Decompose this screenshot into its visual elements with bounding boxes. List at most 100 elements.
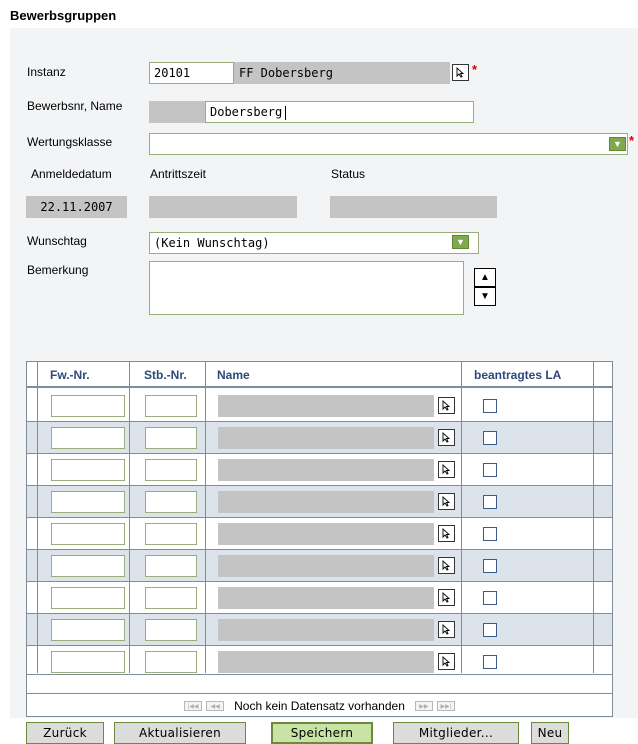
grid-col-sep	[205, 362, 206, 673]
stb-nr-input[interactable]	[145, 587, 197, 609]
speichern-button[interactable]: Speichern	[271, 722, 373, 744]
instanz-required-marker: *	[472, 62, 478, 77]
neu-button[interactable]: Neu	[531, 722, 569, 744]
fw-nr-input[interactable]	[51, 491, 125, 513]
aktualisieren-button[interactable]: Aktualisieren	[114, 722, 246, 744]
beantragtes-la-checkbox[interactable]	[483, 495, 497, 509]
name-readonly-field	[218, 587, 434, 609]
grid-pager: |◀◀ ◀◀ Noch kein Datensatz vorhanden ▶▶ …	[27, 696, 612, 716]
member-pointer-icon[interactable]	[438, 589, 455, 606]
name-readonly-field	[218, 395, 434, 417]
grid-col-sep	[461, 362, 462, 673]
wertungsklasse-select[interactable]	[149, 133, 628, 155]
header-beantragtes-la[interactable]: beantragtes LA	[474, 368, 561, 382]
header-name[interactable]: Name	[217, 368, 250, 382]
beantragtes-la-checkbox[interactable]	[483, 591, 497, 605]
anmeldedatum-field: 22.11.2007	[26, 196, 127, 218]
table-row	[27, 550, 612, 582]
name-readonly-field	[218, 651, 434, 673]
instanz-code-field[interactable]: 20101	[149, 62, 234, 84]
stb-nr-input[interactable]	[145, 395, 197, 417]
grid-col-sep	[593, 362, 594, 673]
table-row	[27, 390, 612, 422]
fw-nr-input[interactable]	[51, 427, 125, 449]
grid-empty-row	[27, 674, 612, 694]
fw-nr-input[interactable]	[51, 523, 125, 545]
stb-nr-input[interactable]	[145, 523, 197, 545]
stb-nr-input[interactable]	[145, 491, 197, 513]
wertungsklasse-label: Wertungsklasse	[27, 135, 113, 149]
member-pointer-icon[interactable]	[438, 397, 455, 414]
member-pointer-icon[interactable]	[438, 621, 455, 638]
name-field[interactable]: Dobersberg	[205, 101, 474, 123]
antrittszeit-field	[149, 196, 297, 218]
name-readonly-field	[218, 459, 434, 481]
bewerbsnr-field	[149, 101, 205, 123]
status-label: Status	[331, 167, 366, 181]
stb-nr-input[interactable]	[145, 619, 197, 641]
beantragtes-la-checkbox[interactable]	[483, 399, 497, 413]
beantragtes-la-checkbox[interactable]	[483, 559, 497, 573]
name-readonly-field	[218, 619, 434, 641]
beantragtes-la-checkbox[interactable]	[483, 527, 497, 541]
name-readonly-field	[218, 555, 434, 577]
status-field	[330, 196, 497, 218]
beantragtes-la-checkbox[interactable]	[483, 655, 497, 669]
pager-last-page-icon[interactable]: ▶▶|	[436, 701, 455, 711]
grid-col-sep	[129, 362, 130, 673]
fw-nr-input[interactable]	[51, 555, 125, 577]
header-fw-nr[interactable]: Fw.-Nr.	[50, 368, 90, 382]
table-row	[27, 582, 612, 614]
grid-col-sep	[37, 362, 38, 673]
members-grid: Fw.-Nr. Stb.-Nr. Name beantragtes LA |◀◀…	[26, 361, 613, 717]
pager-first-page-icon[interactable]: |◀◀	[184, 701, 203, 711]
name-readonly-field	[218, 427, 434, 449]
pager-prev-page-icon[interactable]: ◀◀	[206, 701, 225, 711]
fw-nr-input[interactable]	[51, 459, 125, 481]
bemerkung-textarea[interactable]	[149, 261, 464, 315]
table-row	[27, 486, 612, 518]
grid-header-row: Fw.-Nr. Stb.-Nr. Name beantragtes LA	[27, 362, 612, 388]
instanz-name-field: FF Dobersberg	[234, 62, 450, 84]
pager-status-text: Noch kein Datensatz vorhanden	[234, 699, 405, 713]
member-pointer-icon[interactable]	[438, 557, 455, 574]
fw-nr-input[interactable]	[51, 395, 125, 417]
name-readonly-field	[218, 491, 434, 513]
stb-nr-input[interactable]	[145, 555, 197, 577]
wertungsklasse-chevron-down-icon[interactable]: ▼	[609, 137, 626, 151]
beantragtes-la-checkbox[interactable]	[483, 623, 497, 637]
table-row	[27, 614, 612, 646]
name-readonly-field	[218, 523, 434, 545]
stb-nr-input[interactable]	[145, 459, 197, 481]
beantragtes-la-checkbox[interactable]	[483, 463, 497, 477]
bemerkung-arrow-up-icon[interactable]: ▲	[474, 268, 496, 287]
mitglieder-button[interactable]: Mitglieder...	[393, 722, 519, 744]
fw-nr-input[interactable]	[51, 619, 125, 641]
stb-nr-input[interactable]	[145, 427, 197, 449]
beantragtes-la-checkbox[interactable]	[483, 431, 497, 445]
wunschtag-label: Wunschtag	[27, 234, 87, 248]
antrittszeit-label: Antrittszeit	[150, 167, 207, 181]
member-pointer-icon[interactable]	[438, 461, 455, 478]
bemerkung-arrow-down-icon[interactable]: ▼	[474, 287, 496, 306]
fw-nr-input[interactable]	[51, 587, 125, 609]
bemerkung-label: Bemerkung	[27, 263, 89, 277]
bewerbsnr-label: Bewerbsnr, Name	[27, 99, 123, 113]
zurueck-button[interactable]: Zurück	[26, 722, 104, 744]
stb-nr-input[interactable]	[145, 651, 197, 673]
member-pointer-icon[interactable]	[438, 429, 455, 446]
table-row	[27, 518, 612, 550]
wunschtag-chevron-down-icon[interactable]: ▼	[452, 235, 469, 249]
instanz-pointer-icon[interactable]	[452, 64, 469, 81]
pager-next-page-icon[interactable]: ▶▶	[414, 701, 433, 711]
wunschtag-select[interactable]: (Kein Wunschtag)	[149, 232, 479, 254]
instanz-label: Instanz	[27, 65, 66, 79]
header-stb-nr[interactable]: Stb.-Nr.	[144, 368, 187, 382]
member-pointer-icon[interactable]	[438, 525, 455, 542]
fw-nr-input[interactable]	[51, 651, 125, 673]
member-pointer-icon[interactable]	[438, 493, 455, 510]
table-row	[27, 422, 612, 454]
page-title: Bewerbsgruppen	[10, 8, 117, 23]
member-pointer-icon[interactable]	[438, 653, 455, 670]
wertungsklasse-required-marker: *	[629, 133, 635, 148]
